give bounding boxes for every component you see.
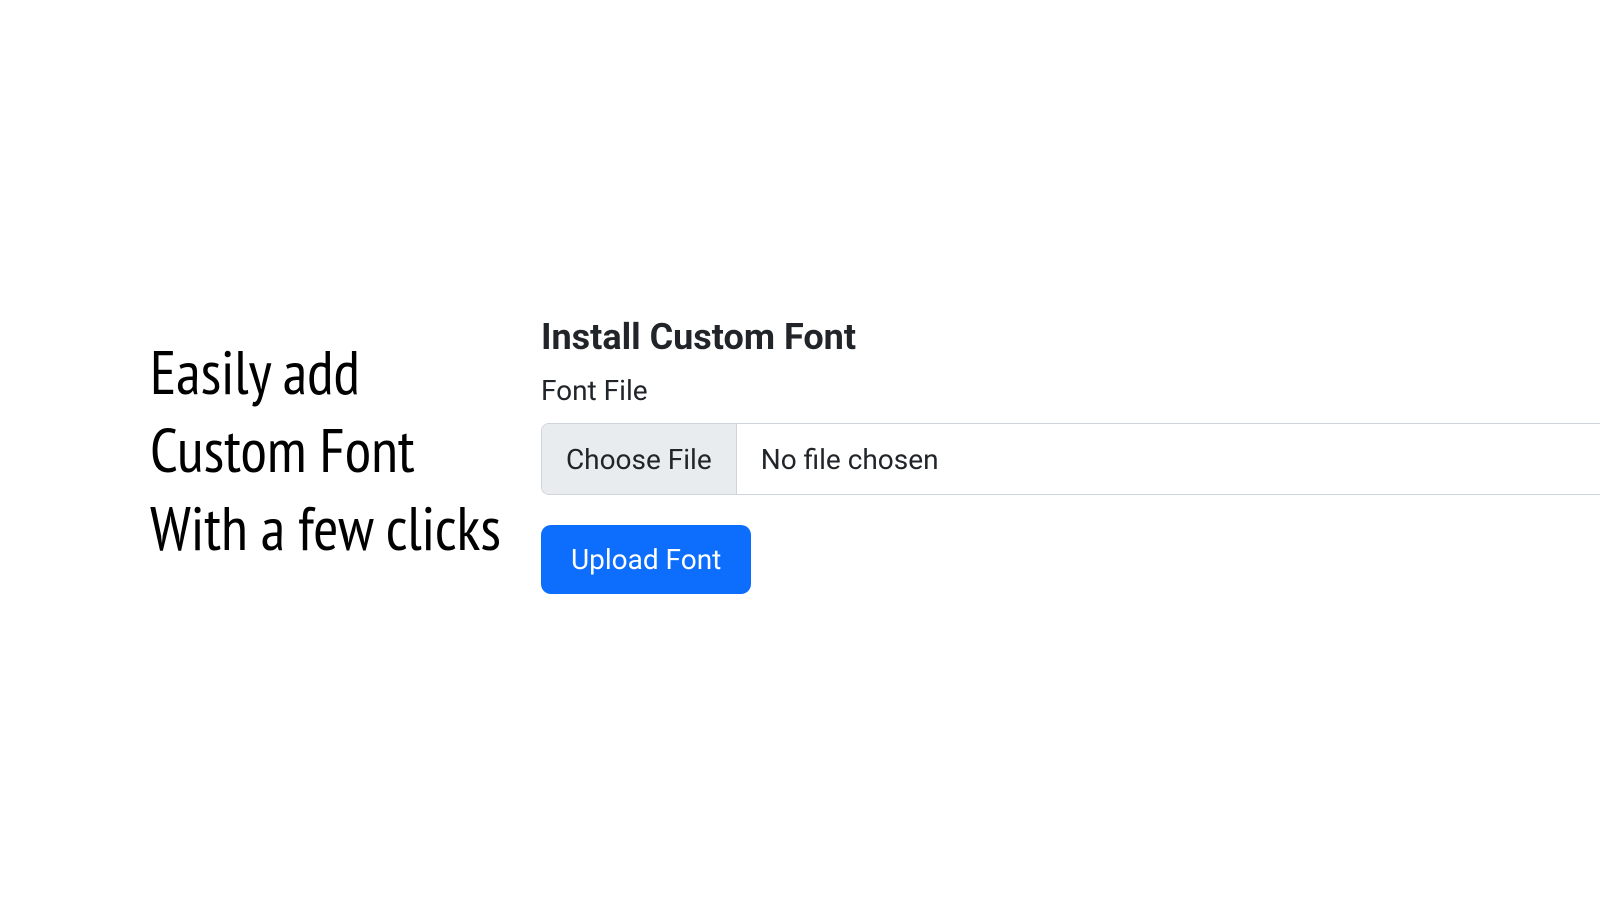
choose-file-button[interactable]: Choose File <box>542 424 737 494</box>
headline: Easily add Custom Font With a few clicks <box>150 333 501 567</box>
main-container: Easily add Custom Font With a few clicks… <box>0 0 1600 900</box>
headline-line-3: With a few clicks <box>150 489 501 567</box>
left-panel: Easily add Custom Font With a few clicks <box>0 333 541 567</box>
right-panel: Install Custom Font Font File Choose Fil… <box>541 306 1600 594</box>
font-file-label: Font File <box>541 374 1600 407</box>
headline-line-1: Easily add <box>150 333 501 411</box>
headline-line-2: Custom Font <box>150 411 501 489</box>
upload-font-button[interactable]: Upload Font <box>541 525 751 594</box>
form-title: Install Custom Font <box>541 316 1600 358</box>
file-name-display: No file chosen <box>737 424 1600 494</box>
file-input[interactable]: Choose File No file chosen <box>541 423 1600 495</box>
